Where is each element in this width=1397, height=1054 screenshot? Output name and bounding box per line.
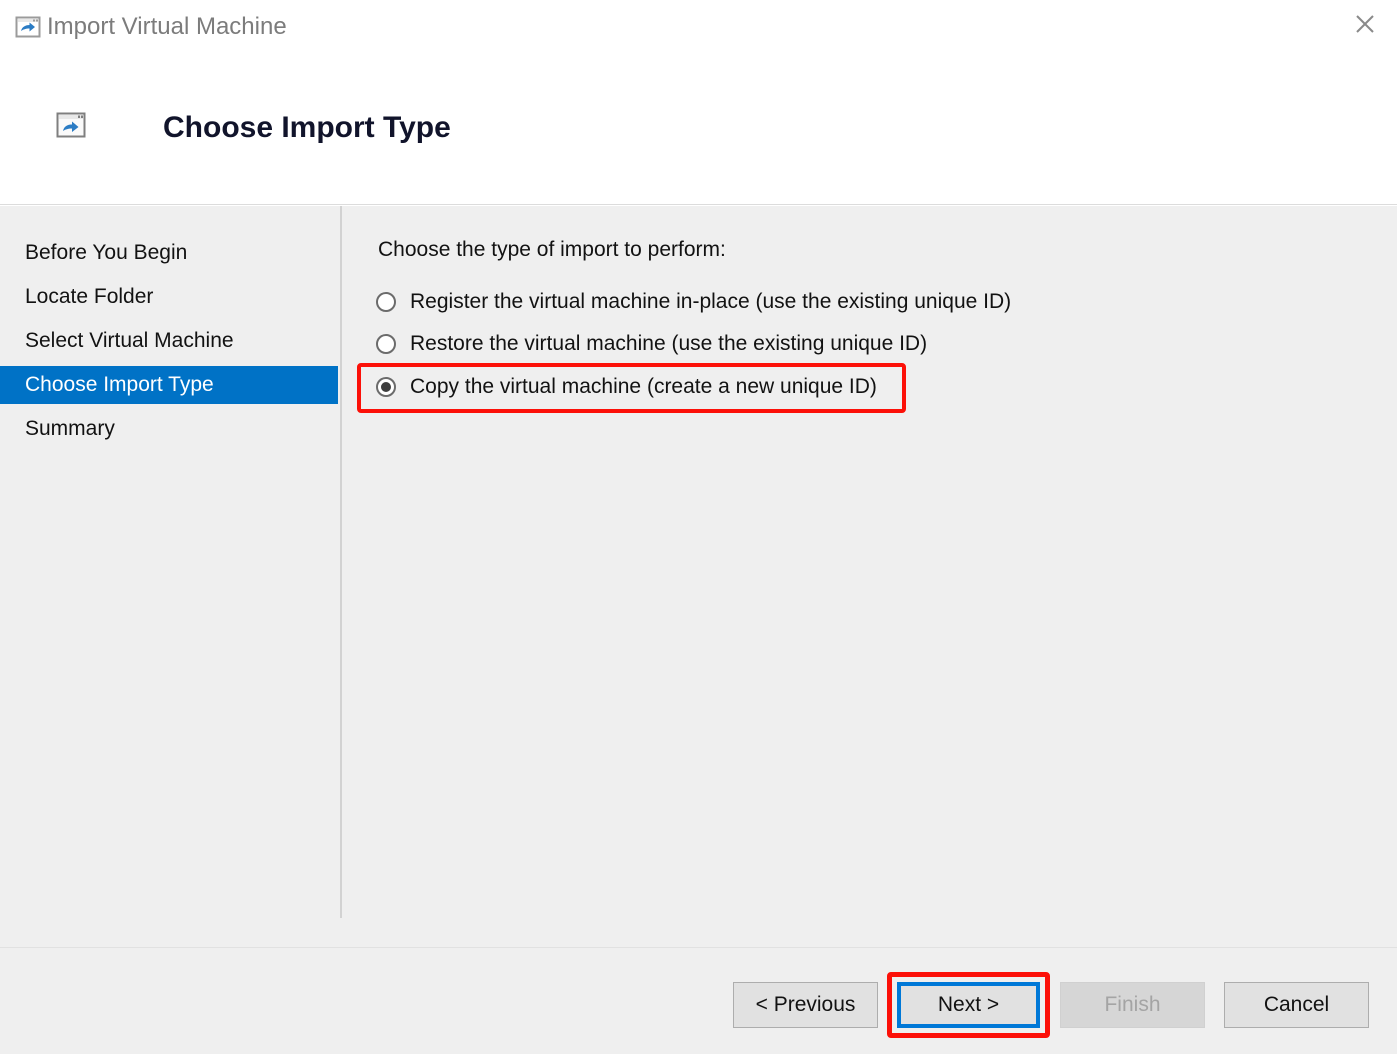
option-label: Register the virtual machine in-place (u… bbox=[410, 290, 1011, 314]
window-title-bar: Import Virtual Machine bbox=[0, 0, 1397, 55]
dialog-header: Choose Import Type bbox=[0, 55, 1397, 205]
sidebar-item-select-virtual-machine[interactable]: Select Virtual Machine bbox=[0, 322, 338, 360]
import-type-panel: Choose the type of import to perform: Re… bbox=[341, 206, 1397, 947]
finish-button-label: Finish bbox=[1104, 993, 1160, 1017]
page-title: Choose Import Type bbox=[163, 111, 451, 145]
close-icon[interactable] bbox=[1333, 0, 1397, 48]
wizard-step-list: Before You Begin Locate Folder Select Vi… bbox=[0, 206, 339, 947]
radio-button-selected[interactable] bbox=[376, 377, 396, 397]
sidebar-item-label: Locate Folder bbox=[25, 285, 153, 309]
sidebar-item-label: Before You Begin bbox=[25, 241, 187, 265]
import-vm-icon bbox=[56, 112, 86, 138]
sidebar-item-before-you-begin[interactable]: Before You Begin bbox=[0, 234, 338, 272]
register-in-place-option[interactable]: Register the virtual machine in-place (u… bbox=[376, 285, 1011, 319]
sidebar-item-label: Select Virtual Machine bbox=[25, 329, 234, 353]
dialog-footer: < Previous Next > Finish Cancel bbox=[0, 947, 1397, 1054]
sidebar-item-choose-import-type[interactable]: Choose Import Type bbox=[0, 366, 338, 404]
finish-button: Finish bbox=[1060, 982, 1205, 1028]
radio-button[interactable] bbox=[376, 334, 396, 354]
option-label: Restore the virtual machine (use the exi… bbox=[410, 332, 927, 356]
dialog-body: Before You Begin Locate Folder Select Vi… bbox=[0, 206, 1397, 947]
import-vm-icon bbox=[15, 14, 41, 40]
option-label: Copy the virtual machine (create a new u… bbox=[410, 375, 877, 399]
copy-the-virtual-machine-option[interactable]: Copy the virtual machine (create a new u… bbox=[376, 370, 877, 404]
sidebar-item-label: Choose Import Type bbox=[25, 373, 214, 397]
next-button-label: Next > bbox=[938, 993, 999, 1017]
import-type-prompt: Choose the type of import to perform: bbox=[378, 238, 726, 262]
window-title: Import Virtual Machine bbox=[47, 13, 287, 41]
radio-button[interactable] bbox=[376, 292, 396, 312]
next-button[interactable]: Next > bbox=[897, 982, 1040, 1028]
previous-button-label: < Previous bbox=[756, 993, 856, 1017]
previous-button[interactable]: < Previous bbox=[733, 982, 878, 1028]
cancel-button[interactable]: Cancel bbox=[1224, 982, 1369, 1028]
sidebar-item-locate-folder[interactable]: Locate Folder bbox=[0, 278, 338, 316]
sidebar-item-summary[interactable]: Summary bbox=[0, 410, 338, 448]
cancel-button-label: Cancel bbox=[1264, 993, 1329, 1017]
sidebar-item-label: Summary bbox=[25, 417, 115, 441]
restore-virtual-machine-option[interactable]: Restore the virtual machine (use the exi… bbox=[376, 327, 927, 361]
